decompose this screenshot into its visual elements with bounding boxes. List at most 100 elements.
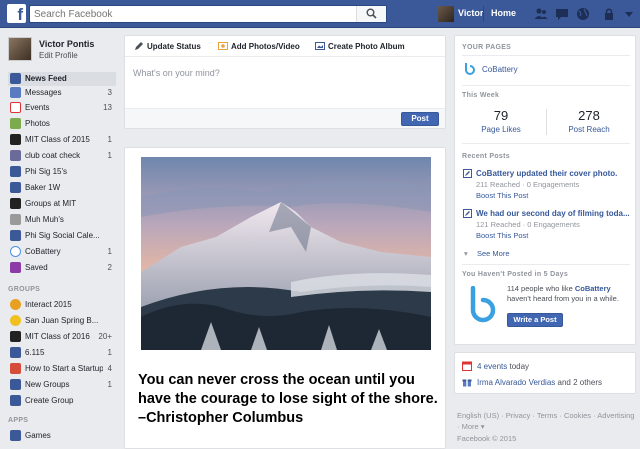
sidebar-item-count: 1 <box>107 247 112 256</box>
birthday-name-link[interactable]: Irma Alvarado Verdias <box>477 378 555 387</box>
tab-create-photo-album[interactable]: Create Photo Album <box>315 42 405 51</box>
search-icon <box>366 8 377 19</box>
user-avatar[interactable] <box>438 6 454 22</box>
friend-requests-icon[interactable] <box>534 7 548 21</box>
recent-post-item[interactable]: We had our second day of filming toda...… <box>463 209 633 243</box>
birthdays-row[interactable]: Irma Alvarado Verdias and 2 others <box>462 377 634 389</box>
gift-icon <box>462 379 472 387</box>
tab-update-status-label: Update Status <box>147 42 201 51</box>
sidebar-item-saved[interactable]: Saved 2 <box>8 261 116 275</box>
recent-posts-heading: Recent Posts <box>462 153 510 160</box>
profile-link[interactable]: Victor Pontis Edit Profile <box>8 37 118 63</box>
recent-post-title[interactable]: We had our second day of filming toda... <box>476 209 632 218</box>
sidebar-item-6-115[interactable]: 6.115 1 <box>8 346 116 360</box>
sidebar-item-san-juan-spring-break[interactable]: San Juan Spring B... <box>8 314 116 328</box>
recent-post-meta: 211 Reached · 0 Engagements <box>476 180 580 189</box>
nudge-text-end: haven't heard from you in a while. <box>507 294 619 303</box>
sidebar-item-label: Games <box>25 431 51 440</box>
page-likes-label: Page Likes <box>481 125 521 134</box>
see-more-link[interactable]: See More <box>464 249 510 258</box>
facebook-logo-icon[interactable]: f <box>7 4 26 23</box>
privacy-lock-icon[interactable] <box>602 7 616 21</box>
recent-post-item[interactable]: CoBattery updated their cover photo. 211… <box>463 169 633 203</box>
messages-icon[interactable] <box>555 7 569 21</box>
calendar-icon <box>10 102 21 113</box>
sidebar-item-label: How to Start a Startup <box>25 364 103 373</box>
events-count-link[interactable]: 4 events <box>477 362 507 371</box>
boost-post-link[interactable]: Boost This Post <box>476 191 528 200</box>
nudge-text-start: 114 people who like <box>507 284 573 293</box>
events-suffix: today <box>509 362 530 371</box>
sidebar-item-label: Create Group <box>25 396 74 405</box>
sidebar-item-photos[interactable]: Photos <box>8 117 116 131</box>
sidebar-item-label: Muh Muh's <box>25 215 64 224</box>
user-name-link[interactable]: Victor <box>458 8 483 18</box>
tab-add-photos-video[interactable]: Add Photos/Video <box>218 42 300 51</box>
profile-name[interactable]: Victor Pontis <box>39 39 94 49</box>
sidebar-item-new-groups[interactable]: New Groups 1 <box>8 378 116 392</box>
page-likes-stat[interactable]: 79 Page Likes <box>459 108 543 134</box>
notifications-globe-icon[interactable] <box>576 7 590 21</box>
sidebar-item-muh-muhs[interactable]: Muh Muh's <box>8 213 116 227</box>
sidebar-item-label: MIT Class of 2015 <box>25 135 90 144</box>
groups-heading: GROUPS <box>8 286 41 293</box>
create-group-icon <box>10 395 21 406</box>
cobattery-logo-icon[interactable] <box>463 62 477 76</box>
sidebar-item-groups-at-mit[interactable]: Groups at MIT <box>8 197 116 211</box>
post-button[interactable]: Post <box>401 112 439 126</box>
sidebar-item-messages[interactable]: Messages 3 <box>8 86 116 100</box>
sidebar-item-baker-1w[interactable]: Baker 1W <box>8 181 116 195</box>
divider <box>462 55 630 56</box>
sidebar-item-phi-sig-15s[interactable]: Phi Sig 15's <box>8 165 116 179</box>
footer-links[interactable]: English (US) · Privacy · Terms · Cookies… <box>457 410 637 432</box>
sidebar-item-count: 2 <box>107 263 112 272</box>
divider <box>462 264 630 265</box>
sidebar-item-mit-class-2016[interactable]: MIT Class of 2016 20+ <box>8 330 116 344</box>
sidebar-item-count: 1 <box>107 380 112 389</box>
post-photo-mountain[interactable] <box>141 157 431 350</box>
profile-picture[interactable] <box>8 37 32 61</box>
sidebar-item-label: MIT Class of 2016 <box>25 332 90 341</box>
sidebar-item-count: 13 <box>103 103 112 112</box>
sidebar-item-count: 4 <box>107 364 112 373</box>
sidebar-item-count: 3 <box>107 88 112 97</box>
tab-create-photo-album-label: Create Photo Album <box>328 42 405 51</box>
group-icon <box>10 230 21 241</box>
edit-post-icon <box>463 209 472 218</box>
nudge-page-link[interactable]: CoBattery <box>575 284 611 293</box>
home-link[interactable]: Home <box>491 8 516 18</box>
sidebar-item-label: New Groups <box>25 380 70 389</box>
write-a-post-button[interactable]: Write a Post <box>507 313 563 327</box>
sidebar-item-news-feed[interactable]: News Feed <box>8 72 116 86</box>
sidebar-item-interact-2015[interactable]: Interact 2015 <box>8 298 116 312</box>
group-icon <box>10 182 21 193</box>
sidebar-item-phi-sig-social-calendar[interactable]: Phi Sig Social Cale... <box>8 229 116 243</box>
search-button[interactable] <box>356 6 386 22</box>
status-input[interactable]: What's on your mind? <box>133 68 220 78</box>
sidebar-item-mit-class-2015[interactable]: MIT Class of 2015 1 <box>8 133 116 147</box>
account-menu-icon[interactable] <box>622 7 636 21</box>
footer-copyright: Facebook © 2015 <box>457 434 517 443</box>
tab-update-status[interactable]: Update Status <box>135 42 201 51</box>
post-reach-stat[interactable]: 278 Post Reach <box>547 108 631 134</box>
sidebar-item-events[interactable]: Events 13 <box>8 101 116 115</box>
edit-profile-link[interactable]: Edit Profile <box>39 51 78 60</box>
page-name-link[interactable]: CoBattery <box>482 65 518 74</box>
group-icon <box>10 363 21 374</box>
sidebar-item-label: Phi Sig Social Cale... <box>25 231 100 240</box>
sidebar-item-cobattery[interactable]: CoBattery 1 <box>8 245 116 259</box>
sidebar-item-club-coat-check[interactable]: club coat check 1 <box>8 149 116 163</box>
sidebar-item-label: CoBattery <box>25 247 61 256</box>
recent-post-title[interactable]: CoBattery updated their cover photo. <box>476 169 632 178</box>
events-today-row[interactable]: 4 events today <box>462 361 634 373</box>
search-input[interactable] <box>30 6 350 22</box>
sidebar-item-create-group[interactable]: Create Group <box>8 394 116 408</box>
group-icon <box>10 150 21 161</box>
sidebar-item-how-to-start-a-startup[interactable]: How to Start a Startup 4 <box>8 362 116 376</box>
boost-post-link[interactable]: Boost This Post <box>476 231 528 240</box>
left-sidebar: Victor Pontis Edit Profile News Feed Mes… <box>0 28 118 449</box>
sidebar-item-games[interactable]: Games <box>8 429 116 443</box>
divider <box>462 143 630 144</box>
group-icon <box>10 299 21 310</box>
sidebar-item-count: 1 <box>107 135 112 144</box>
